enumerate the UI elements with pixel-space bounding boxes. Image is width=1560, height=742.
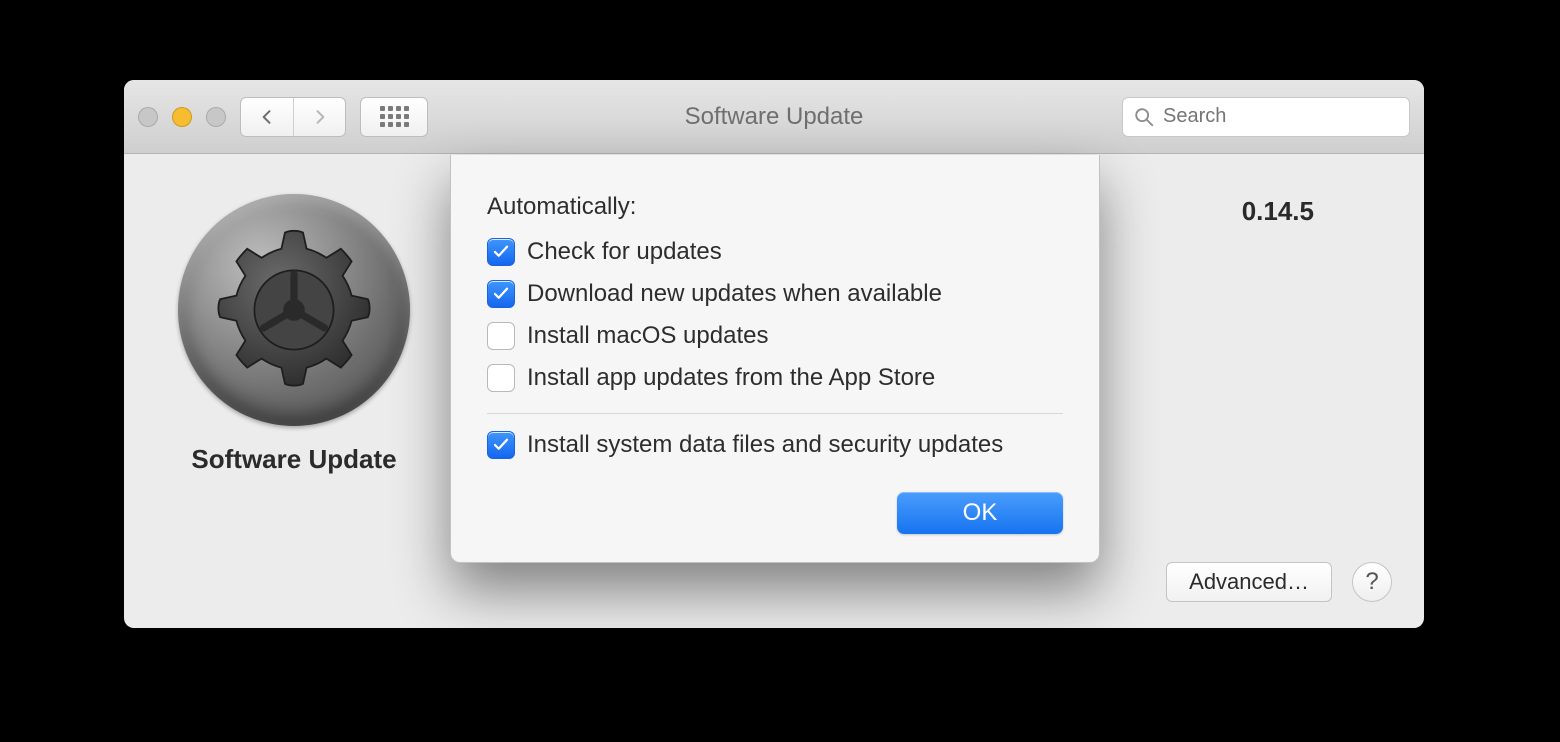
checkbox[interactable] (487, 280, 515, 308)
close-window-button[interactable] (138, 107, 158, 127)
option-check-for-updates[interactable]: Check for updates (487, 231, 1063, 273)
check-icon (492, 285, 510, 303)
option-label: Check for updates (527, 238, 722, 266)
zoom-window-button[interactable] (206, 107, 226, 127)
background-version-fragment: 0.14.5 (1242, 196, 1314, 227)
show-all-prefs-button[interactable] (360, 97, 428, 137)
option-download-new-updates[interactable]: Download new updates when available (487, 273, 1063, 315)
option-install-macos-updates[interactable]: Install macOS updates (487, 315, 1063, 357)
separator (487, 413, 1063, 414)
chevron-left-icon (257, 107, 277, 127)
nav-back-forward (240, 97, 346, 137)
gear-icon (204, 220, 384, 400)
left-pane: Software Update (124, 154, 464, 628)
advanced-button[interactable]: Advanced… (1166, 562, 1332, 602)
sheet-heading: Automatically: (487, 193, 1063, 221)
check-icon (492, 243, 510, 261)
window-controls (138, 107, 226, 127)
option-install-app-updates[interactable]: Install app updates from the App Store (487, 357, 1063, 399)
option-label: Install app updates from the App Store (527, 364, 935, 392)
checkbox[interactable] (487, 364, 515, 392)
advanced-options-sheet: Automatically: Check for updates Downloa… (450, 155, 1100, 563)
option-label: Install system data files and security u… (527, 431, 1003, 459)
sheet-actions: OK (487, 492, 1063, 534)
option-label: Install macOS updates (527, 322, 768, 350)
software-update-icon (178, 194, 410, 426)
option-label: Download new updates when available (527, 280, 942, 308)
search-input[interactable] (1163, 105, 1424, 128)
option-install-security-updates[interactable]: Install system data files and security u… (487, 424, 1063, 466)
software-update-caption: Software Update (191, 444, 396, 475)
check-icon (492, 436, 510, 454)
checkbox[interactable] (487, 322, 515, 350)
checkbox[interactable] (487, 238, 515, 266)
footer-controls: Advanced… ? (1166, 562, 1392, 602)
minimize-window-button[interactable] (172, 107, 192, 127)
back-button[interactable] (241, 98, 293, 136)
forward-button[interactable] (293, 98, 345, 136)
search-icon (1133, 106, 1155, 128)
titlebar: Software Update (124, 80, 1424, 154)
search-field[interactable] (1122, 97, 1410, 137)
help-button[interactable]: ? (1352, 562, 1392, 602)
grid-icon (380, 106, 409, 127)
ok-button[interactable]: OK (897, 492, 1063, 534)
auto-options-group: Check for updates Download new updates w… (487, 231, 1063, 399)
chevron-right-icon (310, 107, 330, 127)
checkbox[interactable] (487, 431, 515, 459)
